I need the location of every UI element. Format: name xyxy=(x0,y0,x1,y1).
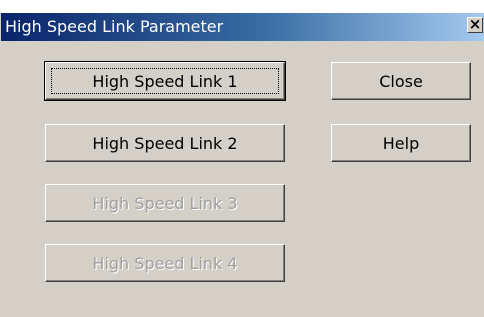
window-title: High Speed Link Parameter xyxy=(5,17,224,36)
high-speed-link-1-button[interactable]: High Speed Link 1 xyxy=(44,61,286,101)
title-bar[interactable]: High Speed Link Parameter × xyxy=(1,13,484,41)
help-button-label: Help xyxy=(382,133,420,153)
high-speed-link-parameter-dialog: High Speed Link Parameter × High Speed L… xyxy=(0,13,484,317)
close-icon[interactable]: × xyxy=(467,17,483,33)
help-button[interactable]: Help xyxy=(331,124,471,162)
high-speed-link-3-label: High Speed Link 3 xyxy=(92,193,238,213)
high-speed-link-2-label: High Speed Link 2 xyxy=(92,133,238,153)
high-speed-link-1-label: High Speed Link 1 xyxy=(92,71,238,91)
high-speed-link-3-button: High Speed Link 3 xyxy=(45,184,285,222)
close-button-label: Close xyxy=(379,71,423,91)
high-speed-link-4-button: High Speed Link 4 xyxy=(45,244,285,282)
close-button[interactable]: Close xyxy=(331,62,471,100)
high-speed-link-4-label: High Speed Link 4 xyxy=(92,253,238,273)
high-speed-link-2-button[interactable]: High Speed Link 2 xyxy=(45,124,285,162)
